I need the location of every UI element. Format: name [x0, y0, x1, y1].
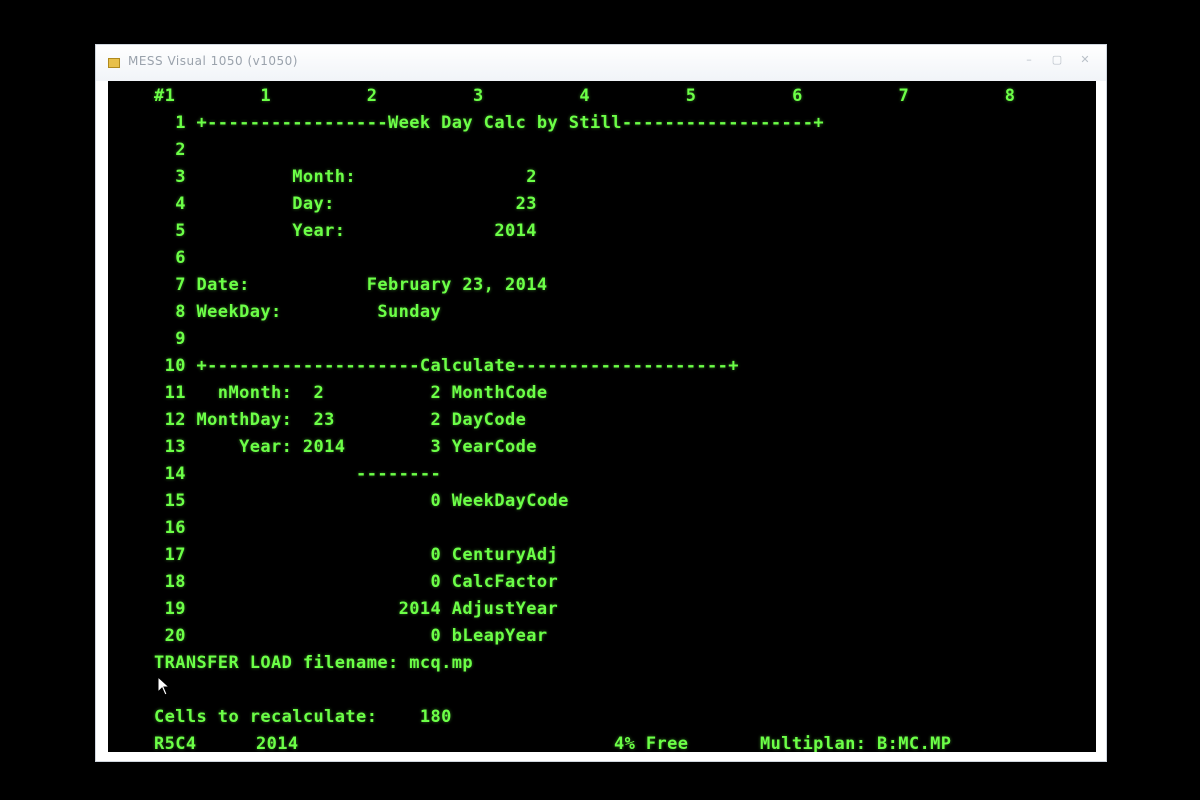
status-cell-value: 2014: [256, 734, 299, 752]
sheet-row: 19 2014 AdjustYear: [154, 599, 559, 619]
sheet-row: 8 WeekDay: Sunday: [154, 302, 442, 322]
sheet-row: 18 0 CalcFactor: [154, 572, 559, 592]
sheet-row: 14 --------: [154, 464, 442, 484]
minimize-button[interactable]: –: [1016, 51, 1042, 69]
column-header: #1 1 2 3 4 5 6 7 8 9: [154, 86, 1096, 106]
message-line: Cells to recalculate: 180: [154, 707, 452, 727]
status-cell-ref: R5C4: [154, 734, 197, 752]
sheet-row: 12 MonthDay: 23 2 DayCode: [154, 410, 527, 430]
command-line[interactable]: TRANSFER LOAD filename: mcq.mp: [154, 652, 473, 674]
sheet-row: 6: [154, 248, 186, 268]
emulator-window: MESS Visual 1050 (v1050) – ▢ ✕ #1 1 2 3 …: [95, 44, 1107, 762]
sheet-row: 3 Month: 2: [154, 167, 537, 187]
mouse-pointer-icon: [157, 676, 171, 696]
app-icon: [108, 58, 120, 68]
sheet-row: 1 +-----------------Week Day Calc by Sti…: [154, 113, 824, 133]
window-controls: – ▢ ✕: [1014, 51, 1098, 71]
sheet-row: 16: [154, 518, 186, 538]
terminal-screen[interactable]: #1 1 2 3 4 5 6 7 8 9 1 +----------------…: [108, 81, 1096, 752]
sheet-row: 7 Date: February 23, 2014: [154, 275, 548, 295]
sheet-row: 17 0 CenturyAdj: [154, 545, 559, 565]
sheet-row: 4 Day: 23: [154, 194, 537, 214]
sheet-row: 20 0 bLeapYear: [154, 626, 548, 646]
maximize-button[interactable]: ▢: [1044, 51, 1070, 69]
status-program: Multiplan: B:MC.MP: [760, 734, 952, 752]
sheet-row: 5 Year: 2014: [154, 221, 537, 241]
title-bar[interactable]: MESS Visual 1050 (v1050) – ▢ ✕: [96, 45, 1106, 81]
sheet-row: 10 +--------------------Calculate-------…: [154, 356, 739, 376]
sheet-row: 9: [154, 329, 186, 349]
sheet-row: 11 nMonth: 2 2 MonthCode: [154, 383, 548, 403]
sheet-row: 2: [154, 140, 186, 160]
sheet-row: 15 0 WeekDayCode: [154, 491, 569, 511]
status-free-memory: 4% Free: [614, 734, 689, 752]
window-title: MESS Visual 1050 (v1050): [128, 54, 298, 68]
close-button[interactable]: ✕: [1072, 51, 1098, 69]
sheet-row: 13 Year: 2014 3 YearCode: [154, 437, 537, 457]
